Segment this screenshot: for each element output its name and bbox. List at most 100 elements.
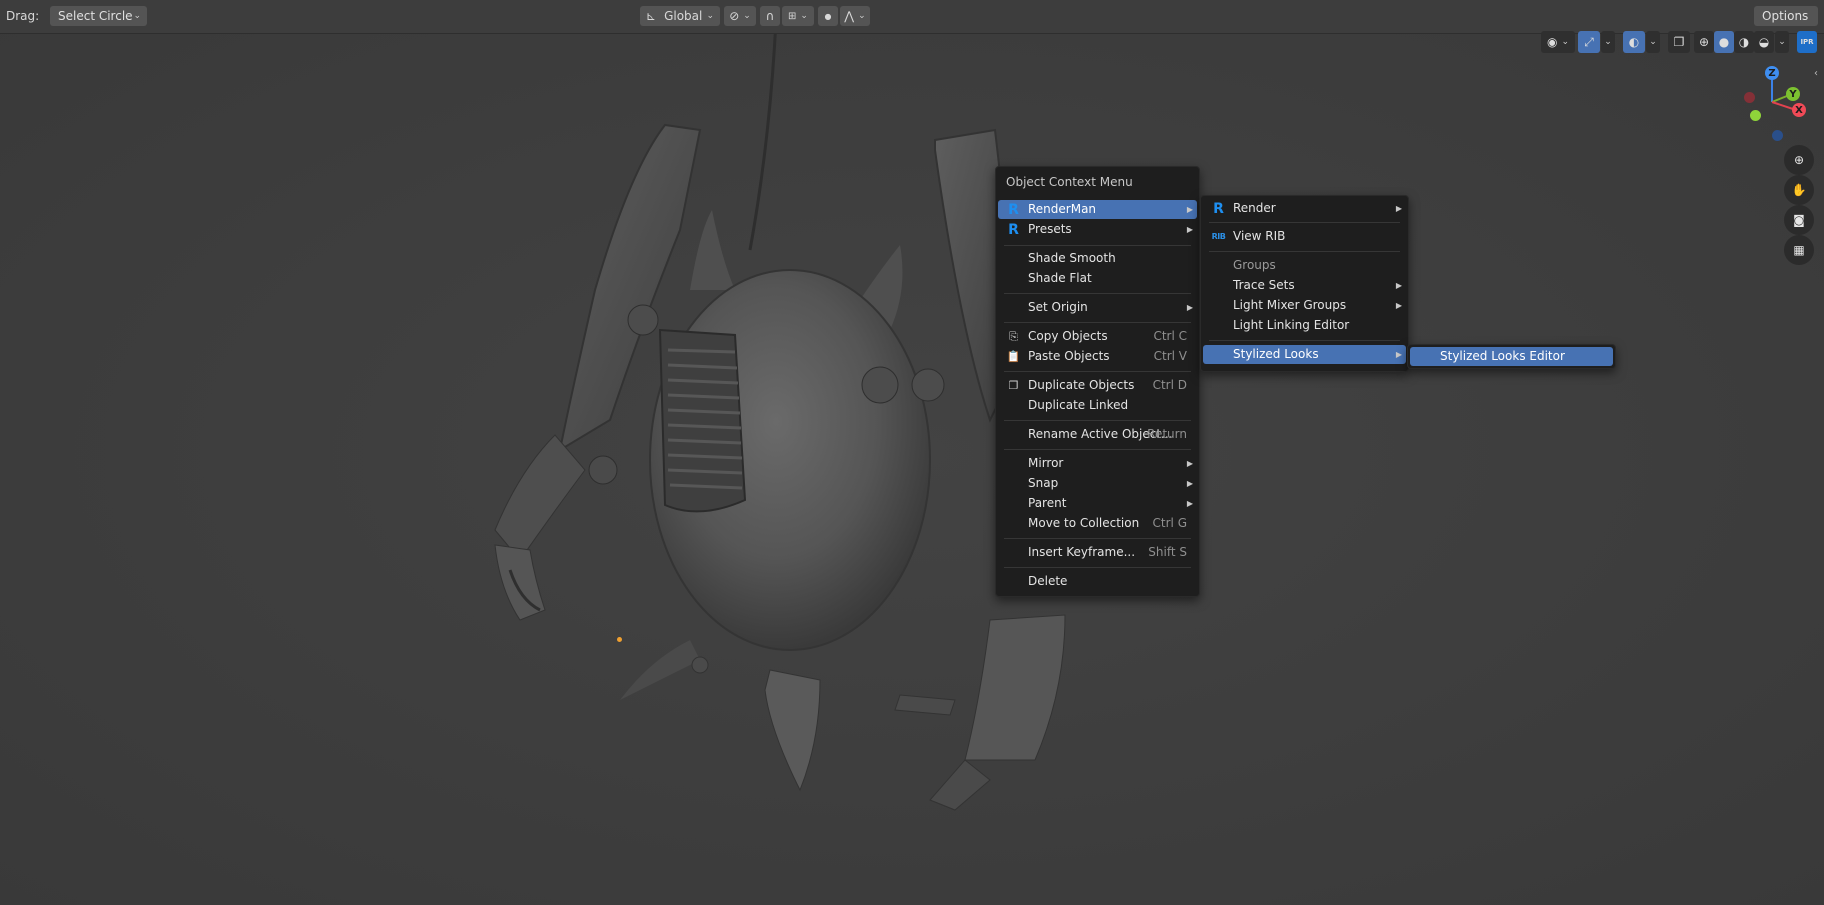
menu-separator: [1004, 322, 1191, 323]
gizmo-neg-z[interactable]: [1772, 130, 1783, 141]
shading-material[interactable]: ◑: [1734, 31, 1754, 53]
perspective-toggle-button[interactable]: ▦: [1784, 235, 1814, 265]
renderman-submenu: R Render ▶ RIB View RIB Groups Trace Set…: [1200, 195, 1409, 372]
menu-separator: [1004, 293, 1191, 294]
gizmo-z-axis[interactable]: Z: [1765, 66, 1779, 80]
menu-item-label: Delete: [1028, 574, 1068, 588]
menu-item-renderman[interactable]: R RenderMan ▶: [998, 200, 1197, 219]
renderman-icon: R: [1008, 201, 1019, 218]
menu-separator: [1004, 245, 1191, 246]
menu-item-snap[interactable]: Snap ▶: [998, 474, 1197, 493]
proportional-dot-icon: ●: [824, 11, 832, 21]
submenu-arrow-icon: ▶: [1186, 459, 1193, 468]
origin-point: [617, 637, 622, 642]
proportional-edit-toggle[interactable]: ●: [818, 6, 838, 26]
menu-item-view-rib[interactable]: RIB View RIB: [1203, 227, 1406, 246]
menu-item-move-to-collection[interactable]: Move to Collection Ctrl G: [998, 514, 1197, 533]
menu-item-label: Snap: [1028, 476, 1059, 490]
menu-separator: [1004, 538, 1191, 539]
menu-item-parent[interactable]: Parent ▶: [998, 494, 1197, 513]
menu-separator: [1004, 371, 1191, 372]
gizmo-y-axis[interactable]: Y: [1786, 87, 1800, 101]
hand-icon: ✋: [1791, 183, 1807, 197]
menu-item-insert-keyframe[interactable]: Insert Keyframe... Shift S: [998, 543, 1197, 562]
object-context-menu: Object Context Menu R RenderMan ▶ R Pres…: [995, 166, 1200, 597]
gizmo-neg-x[interactable]: [1744, 92, 1755, 103]
transform-orientation-dropdown[interactable]: ⊾ Global ⌄: [640, 6, 720, 26]
menu-item-label: Stylized Looks: [1233, 347, 1319, 361]
menu-item-stylized-looks[interactable]: Stylized Looks ▶: [1203, 345, 1406, 364]
zoom-button[interactable]: ⊕: [1784, 145, 1814, 175]
gizmo-neg-y[interactable]: [1750, 110, 1761, 121]
shading-rendered[interactable]: ◒: [1754, 31, 1774, 53]
menu-item-label: Copy Objects: [1028, 329, 1108, 343]
snap-target-dropdown[interactable]: ⊞ ⌄: [782, 6, 814, 26]
menu-item-mirror[interactable]: Mirror ▶: [998, 454, 1197, 473]
rendered-sphere-icon: ◒: [1758, 35, 1770, 49]
falloff-curve-icon: ⋀: [844, 9, 855, 23]
shading-solid[interactable]: ●: [1714, 31, 1734, 53]
gizmo-arrows-icon: ⤢: [1584, 34, 1594, 49]
shading-wireframe[interactable]: ⊕: [1694, 31, 1714, 53]
menu-item-stylized-looks-editor[interactable]: Stylized Looks Editor: [1410, 347, 1613, 366]
menu-item-label: Stylized Looks Editor: [1440, 349, 1565, 363]
menu-item-label: Trace Sets: [1233, 278, 1295, 292]
submenu-arrow-icon: ▶: [1395, 301, 1402, 310]
options-dropdown[interactable]: Options ⌄: [1754, 6, 1818, 43]
menu-item-render[interactable]: R Render ▶: [1203, 199, 1406, 218]
menu-item-set-origin[interactable]: Set Origin ▶: [998, 298, 1197, 317]
menu-item-paste-objects[interactable]: 📋 Paste Objects Ctrl V: [998, 347, 1197, 366]
drag-mode-dropdown[interactable]: Select Circle ⌄: [50, 6, 147, 26]
menu-item-shade-smooth[interactable]: Shade Smooth: [998, 249, 1197, 268]
menu-separator: [1209, 222, 1400, 223]
renderman-icon: R: [1008, 221, 1019, 238]
shading-dropdown[interactable]: ⌄: [1775, 31, 1789, 53]
gizmo-toggle[interactable]: ⤢: [1578, 31, 1600, 53]
solid-sphere-icon: ●: [1718, 35, 1730, 49]
submenu-arrow-icon: ▶: [1395, 204, 1402, 213]
gizmo-dropdown[interactable]: ⌄: [1601, 31, 1615, 53]
menu-separator: [1209, 251, 1400, 252]
menu-item-delete[interactable]: Delete: [998, 572, 1197, 591]
xray-icon: ❐: [1673, 35, 1685, 49]
menu-item-light-linking-editor[interactable]: Light Linking Editor: [1203, 316, 1406, 335]
grid-icon: ▦: [1793, 243, 1805, 257]
drag-label: Drag:: [6, 9, 40, 23]
magnet-icon: ∩: [765, 9, 775, 23]
overlays-icon: ◐: [1628, 35, 1640, 49]
visibility-dropdown[interactable]: ◉ ⌄: [1541, 31, 1575, 53]
material-sphere-icon: ◑: [1738, 35, 1750, 49]
robot-model[interactable]: [0, 0, 1824, 905]
options-label: Options: [1762, 9, 1809, 23]
3d-viewport[interactable]: Drag: Select Circle ⌄ ⊾ Global ⌄ ⊘ ⌄ ∩ ⊞ ⌄…: [0, 0, 1824, 905]
overlays-dropdown[interactable]: ⌄: [1646, 31, 1660, 53]
pivot-point-dropdown[interactable]: ⊘ ⌄: [724, 6, 756, 26]
menu-item-shortcut: Ctrl C: [1153, 329, 1187, 343]
falloff-dropdown[interactable]: ⋀ ⌄: [840, 6, 870, 26]
menu-item-label: Insert Keyframe...: [1028, 545, 1136, 559]
drag-mode-value: Select Circle: [58, 9, 133, 23]
menu-item-shade-flat[interactable]: Shade Flat: [998, 269, 1197, 288]
gizmo-x-axis[interactable]: X: [1792, 103, 1806, 117]
chevron-down-icon: ⌄: [1778, 37, 1786, 47]
ipr-button[interactable]: IPR: [1797, 31, 1817, 53]
menu-item-rename-active-object[interactable]: Rename Active Object... Return: [998, 425, 1197, 444]
overlays-toggle[interactable]: ◐: [1623, 31, 1645, 53]
viewport-header: Drag: Select Circle ⌄ ⊾ Global ⌄ ⊘ ⌄ ∩ ⊞ ⌄…: [0, 0, 1824, 43]
menu-item-copy-objects[interactable]: ⎘ Copy Objects Ctrl C: [998, 327, 1197, 346]
menu-separator: [1004, 449, 1191, 450]
menu-item-light-mixer-groups[interactable]: Light Mixer Groups ▶: [1203, 296, 1406, 315]
menu-item-duplicate-linked[interactable]: Duplicate Linked: [998, 396, 1197, 415]
menu-separator: [1004, 567, 1191, 568]
menu-item-duplicate-objects[interactable]: ❐ Duplicate Objects Ctrl D: [998, 376, 1197, 395]
menu-item-label: Light Linking Editor: [1233, 318, 1350, 332]
snap-toggle[interactable]: ∩: [760, 6, 780, 26]
camera-view-button[interactable]: ◙: [1784, 205, 1814, 235]
copy-icon: ⎘: [1009, 330, 1018, 343]
menu-item-presets[interactable]: R Presets ▶: [998, 220, 1197, 239]
submenu-arrow-icon: ▶: [1395, 350, 1402, 359]
navigation-gizmo[interactable]: Z Y X: [1736, 62, 1816, 148]
pan-button[interactable]: ✋: [1784, 175, 1814, 205]
xray-toggle[interactable]: ❐: [1668, 31, 1690, 53]
menu-item-trace-sets[interactable]: Trace Sets ▶: [1203, 276, 1406, 295]
